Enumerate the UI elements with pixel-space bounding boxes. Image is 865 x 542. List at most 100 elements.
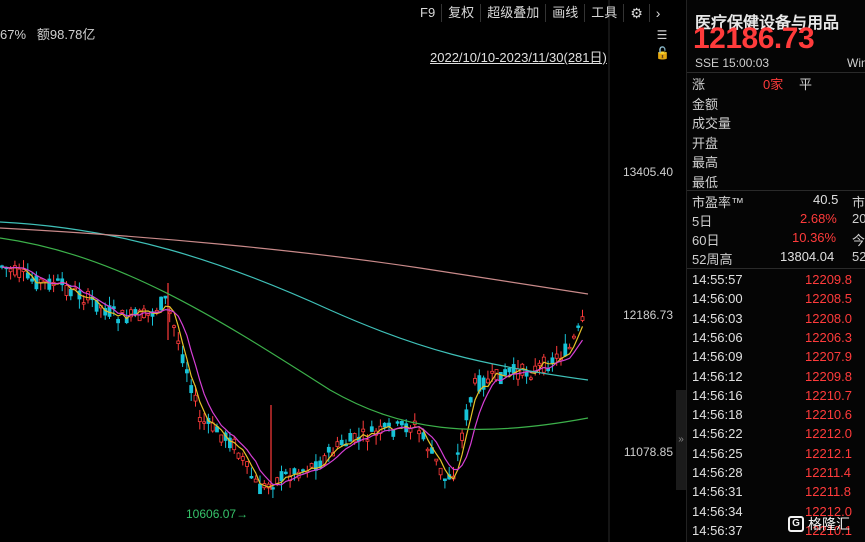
candle-body xyxy=(524,371,529,377)
tick-row: 14:56:12 12209.8 xyxy=(687,369,865,388)
ma20-line xyxy=(0,237,589,431)
chevron-right-icon[interactable]: › xyxy=(650,4,667,22)
candle-body xyxy=(309,463,314,468)
open-label: 开盘 xyxy=(692,136,719,151)
tick-price: 12212.0 xyxy=(805,426,852,442)
tick-time: 14:56:06 xyxy=(692,329,743,345)
draw-line-button[interactable]: 画线 xyxy=(546,4,586,22)
flat-label: 平 xyxy=(799,77,813,92)
collapse-handle[interactable]: » xyxy=(676,390,686,490)
d60-right-label: 今 xyxy=(852,233,865,248)
tick-row: 14:56:16 12210.7 xyxy=(687,388,865,407)
exchange-time: SSE 15:00:03 xyxy=(695,56,770,70)
candle-body xyxy=(425,448,430,452)
y-tick-bottom: 11078.85 xyxy=(623,445,673,459)
candle-body xyxy=(576,325,581,328)
tick-time: 14:56:18 xyxy=(692,407,743,423)
tick-row: 14:56:22 12212.0 xyxy=(687,426,865,445)
candle-body xyxy=(507,367,512,373)
tick-time: 14:56:12 xyxy=(692,368,743,384)
candle-body xyxy=(146,313,151,316)
tick-price: 12208.5 xyxy=(805,291,852,307)
w52-right-label: 52 xyxy=(852,249,865,264)
candle-body xyxy=(120,309,125,313)
candle-body xyxy=(365,439,370,442)
candle-body xyxy=(572,335,576,339)
candle-body xyxy=(56,278,60,281)
tick-time: 14:56:25 xyxy=(692,445,743,461)
candle-body xyxy=(369,426,374,432)
candle-body xyxy=(537,362,542,366)
candle-body xyxy=(279,471,284,482)
d60-label: 60日 xyxy=(692,233,720,248)
candle-body xyxy=(240,456,245,461)
period-low-marker: 10606.07→ xyxy=(186,507,249,521)
tick-time: 14:56:37 xyxy=(692,522,743,538)
candle-body xyxy=(417,430,422,435)
tick-time: 14:56:00 xyxy=(692,291,743,307)
candle-body xyxy=(468,397,473,403)
date-range-link[interactable]: 2022/10/10-2023/11/30(281日) xyxy=(430,47,607,66)
candle-body xyxy=(219,434,224,443)
tick-price: 12206.3 xyxy=(805,329,852,345)
candle-body xyxy=(460,432,465,441)
watermark-logo-icon: G xyxy=(788,516,804,532)
divider xyxy=(687,190,865,191)
candle-body xyxy=(133,309,138,315)
candle-body xyxy=(339,439,344,446)
info-amount: 额98.78亿 xyxy=(36,27,96,42)
tick-row: 14:56:25 12212.1 xyxy=(687,446,865,465)
tick-time: 14:56:16 xyxy=(692,387,743,403)
candle-body xyxy=(567,346,572,350)
period-low-value: 10606.07 xyxy=(186,507,237,521)
candle-body xyxy=(172,325,176,328)
gear-icon[interactable]: ⚙ xyxy=(624,4,650,22)
tick-row: 14:56:28 12211.4 xyxy=(687,465,865,484)
tick-time: 14:56:34 xyxy=(692,503,743,519)
candle-body xyxy=(167,311,172,315)
tick-price: 12209.8 xyxy=(805,368,852,384)
candle-body xyxy=(116,319,120,324)
tick-price: 12208.0 xyxy=(805,310,852,326)
restore-button[interactable]: 复权 xyxy=(442,4,482,22)
candle-body xyxy=(361,428,366,433)
candle-body xyxy=(550,357,555,364)
candle-body xyxy=(563,343,568,357)
ma120-line xyxy=(0,227,589,295)
candle-body xyxy=(47,278,52,290)
f9-button[interactable]: F9 xyxy=(414,4,443,22)
tools-button[interactable]: 工具 xyxy=(585,4,625,22)
candle-body xyxy=(335,441,340,448)
tick-price: 12210.7 xyxy=(805,387,852,403)
candle-body xyxy=(163,295,168,299)
tick-row: 14:56:03 12208.0 xyxy=(687,311,865,330)
kline-chart[interactable] xyxy=(0,0,675,542)
candle-body xyxy=(202,421,207,424)
rise-label: 涨 xyxy=(692,77,706,92)
y-tick-mid: 12186.73 xyxy=(622,308,673,322)
tick-price: 12211.8 xyxy=(805,484,852,500)
candle-body xyxy=(245,461,250,467)
candle-body xyxy=(348,432,353,442)
candle-body xyxy=(159,296,164,311)
menu-icon[interactable]: ☰ xyxy=(655,28,669,42)
amount-label: 金额 xyxy=(692,97,719,112)
chart-toolbar: F9 复权 超级叠加 画线 工具 ⚙ › xyxy=(414,4,666,22)
candle-body xyxy=(529,377,533,380)
candle-body xyxy=(408,428,413,433)
tick-time: 14:56:09 xyxy=(692,349,743,365)
d60-value: 10.36% xyxy=(792,230,837,245)
candle-body xyxy=(60,278,65,286)
candle-body xyxy=(455,452,460,455)
candle-body xyxy=(253,478,258,483)
candle-body xyxy=(434,458,439,462)
candle-body xyxy=(232,438,237,451)
tick-time: 14:56:22 xyxy=(692,426,743,442)
tick-time: 14:56:28 xyxy=(692,465,743,480)
tick-row: 14:55:57 12209.8 xyxy=(687,272,865,291)
candle-body xyxy=(81,302,86,305)
kline-chart-panel[interactable]: 67% 额98.78亿 F9 复权 超级叠加 画线 工具 ⚙ › 2022/10… xyxy=(0,0,675,542)
lock-icon[interactable]: 🔓 xyxy=(655,46,670,60)
overlay-button[interactable]: 超级叠加 xyxy=(481,4,547,22)
candle-body xyxy=(68,289,73,297)
